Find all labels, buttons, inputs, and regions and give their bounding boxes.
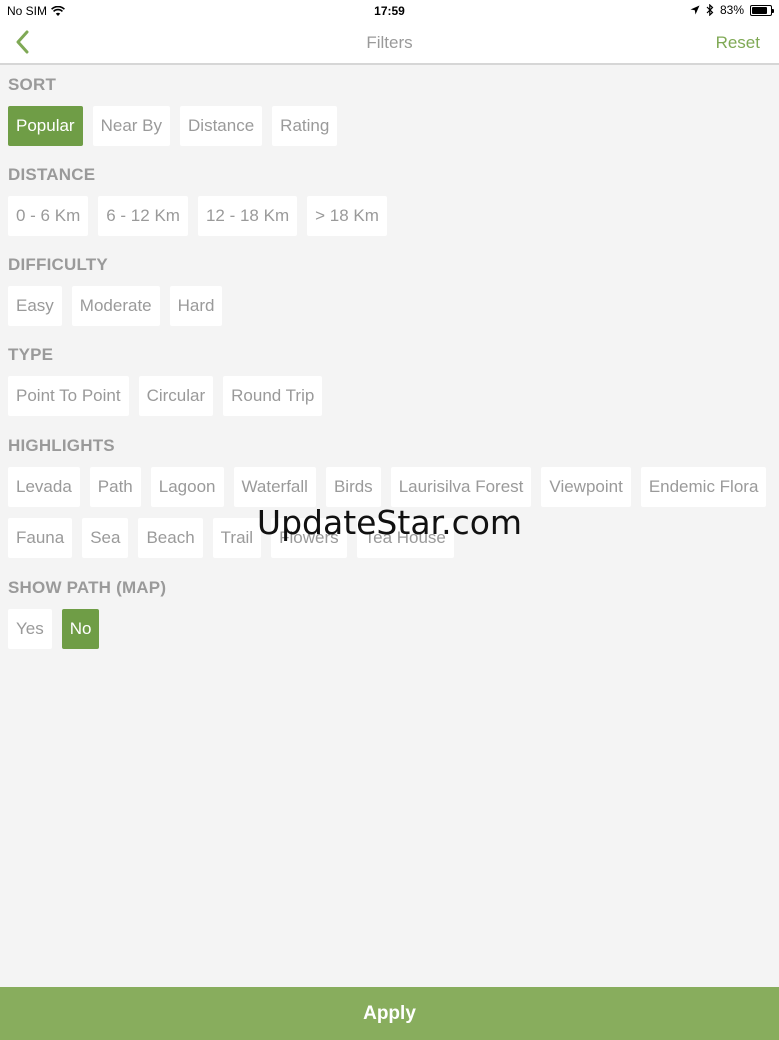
type-section: TYPE Point To Point Circular Round Trip: [8, 345, 771, 416]
battery-level: [752, 6, 767, 14]
sort-options: Popular Near By Distance Rating: [8, 106, 771, 146]
highlights-option-chip[interactable]: Sea: [82, 518, 129, 558]
difficulty-option-chip[interactable]: Moderate: [71, 286, 160, 326]
show-path-section-title: SHOW PATH (MAP): [8, 578, 167, 597]
distance-section: DISTANCE 0 - 6 Km 6 - 12 Km 12 - 18 Km > 18…: [8, 165, 771, 236]
sort-section-title: SORT: [8, 75, 57, 94]
type-options: Point To Point Circular Round Trip: [8, 376, 771, 416]
battery-icon: [750, 4, 774, 16]
highlights-option-chip[interactable]: Trail: [212, 518, 262, 558]
distance-options: 0 - 6 Km 6 - 12 Km 12 - 18 Km > 18 Km: [8, 196, 771, 236]
show-path-options: Yes No: [8, 609, 771, 649]
highlights-option-chip[interactable]: Path: [89, 467, 141, 507]
status-bar: No SIM 17:59 83%: [0, 0, 779, 22]
highlights-option-chip[interactable]: Tea House: [356, 518, 454, 558]
difficulty-section-title: DIFFICULTY: [8, 255, 108, 274]
distance-option-chip[interactable]: 0 - 6 Km: [8, 196, 89, 236]
highlights-option-chip[interactable]: Viewpoint: [541, 467, 631, 507]
battery-percent: 83%: [719, 3, 744, 17]
highlights-section: HIGHLIGHTS Levada Path Lagoon Waterfall Bird…: [8, 436, 771, 558]
show-path-section: SHOW PATH (MAP) Yes No: [8, 578, 771, 649]
bluetooth-icon: [706, 4, 714, 16]
type-option-chip[interactable]: Circular: [138, 376, 214, 416]
sort-section: SORT Popular Near By Distance Rating: [8, 75, 771, 146]
type-option-chip[interactable]: Round Trip: [223, 376, 323, 416]
highlights-option-chip[interactable]: Beach: [138, 518, 203, 558]
highlights-option-chip[interactable]: Laurisilva Forest: [390, 467, 532, 507]
navigation-bar: Filters Reset: [0, 22, 779, 65]
page-title: Filters: [366, 33, 413, 52]
apply-button[interactable]: Apply: [0, 987, 779, 1040]
sort-option-chip[interactable]: Distance: [180, 106, 263, 146]
difficulty-option-chip[interactable]: Hard: [169, 286, 223, 326]
highlights-option-chip[interactable]: Levada: [8, 467, 80, 507]
sort-option-chip[interactable]: Rating: [272, 106, 338, 146]
sort-option-chip[interactable]: Popular: [8, 106, 83, 146]
clock: 17:59: [374, 4, 405, 18]
distance-option-chip[interactable]: 12 - 18 Km: [197, 196, 298, 236]
highlights-options: Levada Path Lagoon Waterfall Birds Laurisilva…: [8, 467, 771, 558]
highlights-option-chip[interactable]: Endemic Flora: [640, 467, 767, 507]
highlights-option-chip[interactable]: Birds: [325, 467, 381, 507]
highlights-option-chip[interactable]: Fauna: [8, 518, 73, 558]
highlights-option-chip[interactable]: Waterfall: [233, 467, 316, 507]
sort-option-chip[interactable]: Near By: [92, 106, 171, 146]
distance-option-chip[interactable]: > 18 Km: [307, 196, 387, 236]
difficulty-options: Easy Moderate Hard: [8, 286, 771, 326]
type-option-chip[interactable]: Point To Point: [8, 376, 129, 416]
show-path-option-chip[interactable]: No: [61, 609, 100, 649]
location-arrow-icon: [690, 5, 700, 15]
difficulty-option-chip[interactable]: Easy: [8, 286, 62, 326]
distance-section-title: DISTANCE: [8, 165, 96, 184]
type-section-title: TYPE: [8, 345, 54, 364]
highlights-option-chip[interactable]: Flowers: [271, 518, 347, 558]
show-path-option-chip[interactable]: Yes: [8, 609, 52, 649]
highlights-option-chip[interactable]: Lagoon: [150, 467, 224, 507]
difficulty-section: DIFFICULTY Easy Moderate Hard: [8, 255, 771, 326]
reset-button[interactable]: Reset: [716, 33, 760, 53]
highlights-section-title: HIGHLIGHTS: [8, 436, 115, 455]
distance-option-chip[interactable]: 6 - 12 Km: [98, 196, 188, 236]
